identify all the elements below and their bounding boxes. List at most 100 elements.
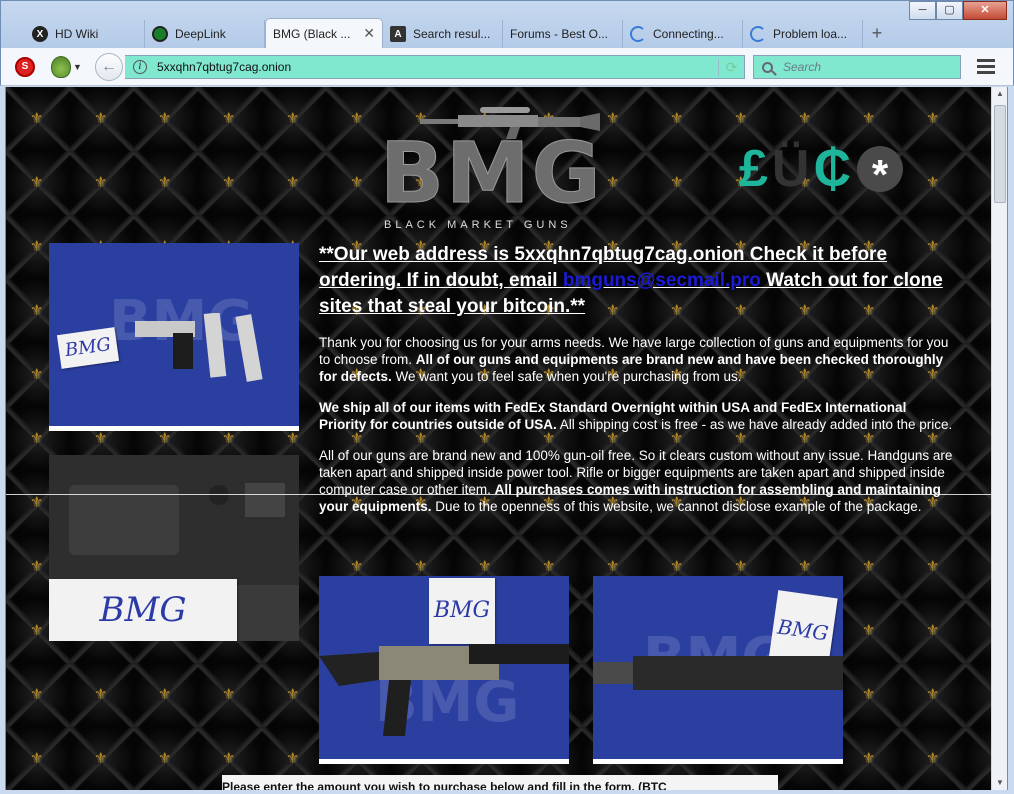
fleur-de-lis-icon: ⚜	[670, 558, 684, 575]
fleur-de-lis-icon: ⚜	[350, 110, 364, 127]
tab-label: Connecting...	[653, 27, 724, 41]
crypto-symbol-pound: £	[739, 140, 768, 198]
fleur-de-lis-icon: ⚜	[670, 110, 684, 127]
product-photo-receiver[interactable]: BMG BMG	[49, 455, 299, 641]
fleur-de-lis-icon: ⚜	[926, 110, 940, 127]
crypto-logo: £ Ü ₵ *	[739, 137, 904, 201]
notice-headline: **Our web address is 5xxqhn7qbtug7cag.on…	[319, 242, 953, 320]
fleur-de-lis-icon: ⚜	[286, 430, 300, 447]
fleur-de-lis-icon: ⚜	[798, 558, 812, 575]
fleur-de-lis-icon: ⚜	[670, 174, 684, 191]
loading-spinner-icon	[630, 26, 646, 42]
fleur-de-lis-icon: ⚜	[286, 750, 300, 767]
fleur-de-lis-icon: ⚜	[222, 430, 236, 447]
tab-problem-loading[interactable]: Problem loa...	[743, 20, 863, 48]
fleur-de-lis-icon: ⚜	[30, 430, 44, 447]
fleur-de-lis-icon: ⚜	[734, 558, 748, 575]
fleur-de-lis-icon: ⚜	[926, 750, 940, 767]
loading-spinner-icon	[750, 26, 766, 42]
search-engine-icon: A	[390, 26, 406, 42]
fleur-de-lis-icon: ⚜	[158, 686, 172, 703]
fleur-de-lis-icon: ⚜	[30, 622, 44, 639]
fleur-de-lis-icon: ⚜	[30, 494, 44, 511]
main-content: **Our web address is 5xxqhn7qbtug7cag.on…	[319, 242, 953, 515]
noscript-icon[interactable]: S	[15, 57, 35, 77]
url-bar[interactable]: i 5xxqhn7qbtug7cag.onion ⟳	[125, 55, 745, 79]
maximize-button[interactable]: ▢	[936, 1, 963, 20]
scroll-up-icon[interactable]: ▲	[992, 87, 1008, 101]
fleur-de-lis-icon: ⚜	[862, 110, 876, 127]
tab-bmg[interactable]: BMG (Black ... ✕	[265, 18, 383, 48]
tab-strip: X HD Wiki DeepLink BMG (Black ... ✕ A Se…	[25, 18, 891, 48]
close-tab-icon[interactable]: ✕	[363, 25, 375, 42]
search-bar[interactable]: Search	[753, 55, 961, 79]
fleur-de-lis-icon: ⚜	[862, 686, 876, 703]
product-photo-rifle[interactable]: BMG BMG	[319, 576, 569, 764]
fleur-de-lis-icon: ⚜	[30, 686, 44, 703]
fleur-de-lis-icon: ⚜	[30, 366, 44, 383]
crypto-symbol-u: Ü	[771, 140, 810, 198]
scroll-down-icon[interactable]: ▼	[992, 776, 1008, 790]
tab-label: BMG (Black ...	[273, 26, 351, 41]
tab-search-results[interactable]: A Search resul...	[383, 20, 503, 48]
fleur-de-lis-icon: ⚜	[158, 750, 172, 767]
search-placeholder[interactable]: Search	[783, 60, 821, 74]
tor-onion-icon[interactable]	[51, 56, 71, 78]
crypto-symbol-cedi: ₵	[813, 140, 852, 198]
tab-forums[interactable]: Forums - Best O...	[503, 20, 623, 48]
fleur-de-lis-icon: ⚜	[222, 174, 236, 191]
hd-wiki-icon: X	[32, 26, 48, 42]
window-controls: ─ ▢ ✕	[909, 1, 1007, 20]
logo-subtitle: BLACK MARKET GUNS	[384, 219, 572, 231]
order-form-header: Please enter the amount you wish to purc…	[222, 775, 778, 790]
fleur-de-lis-icon: ⚜	[862, 750, 876, 767]
minimize-button[interactable]: ─	[909, 1, 936, 20]
deeplink-icon	[152, 26, 168, 42]
fleur-de-lis-icon: ⚜	[30, 302, 44, 319]
info-icon[interactable]: i	[133, 60, 147, 74]
fleur-de-lis-icon: ⚜	[94, 174, 108, 191]
fleur-de-lis-icon: ⚜	[286, 686, 300, 703]
fleur-de-lis-icon: ⚜	[606, 558, 620, 575]
fleur-de-lis-icon: ⚜	[158, 110, 172, 127]
fleur-de-lis-icon: ⚜	[286, 110, 300, 127]
new-tab-button[interactable]: +	[863, 20, 891, 48]
handguard-icon	[593, 656, 843, 690]
email-link[interactable]: bmguns@secmail.pro	[563, 270, 761, 291]
fleur-de-lis-icon: ⚜	[734, 110, 748, 127]
fleur-de-lis-icon: ⚜	[478, 558, 492, 575]
fleur-de-lis-icon: ⚜	[862, 622, 876, 639]
tab-label: Forums - Best O...	[510, 27, 609, 41]
crypto-symbol-star: *	[857, 146, 904, 198]
close-window-button[interactable]: ✕	[963, 1, 1007, 20]
tab-deeplink[interactable]: DeepLink	[145, 20, 265, 48]
window-titlebar: ─ ▢ ✕ X HD Wiki DeepLink BMG (Black ... …	[0, 0, 1014, 48]
url-text[interactable]: 5xxqhn7qbtug7cag.onion	[157, 60, 718, 74]
photo-label-card: BMG	[56, 327, 120, 369]
tab-label: DeepLink	[175, 27, 226, 41]
packaging-text-c: Due to the openness of this website, we …	[431, 499, 922, 514]
product-photo-pistol[interactable]: BMG BMG	[49, 243, 299, 431]
shipping-paragraph: We ship all of our items with FedEx Stan…	[319, 399, 953, 433]
tab-connecting[interactable]: Connecting...	[623, 20, 743, 48]
photo-base	[319, 759, 569, 764]
intro-paragraph: Thank you for choosing us for your arms …	[319, 334, 953, 385]
fleur-de-lis-icon: ⚜	[222, 750, 236, 767]
fleur-de-lis-icon: ⚜	[94, 430, 108, 447]
packaging-paragraph: All of our guns are brand new and 100% g…	[319, 447, 953, 515]
reload-icon[interactable]: ⟳	[718, 58, 744, 76]
product-photo-handguard[interactable]: BMG BMG	[593, 576, 843, 764]
shipping-text-b: All shipping cost is free - as we have a…	[556, 417, 953, 432]
hamburger-menu-icon[interactable]	[973, 56, 999, 78]
fleur-de-lis-icon: ⚜	[30, 750, 44, 767]
window-frame-right	[1007, 87, 1014, 794]
chevron-down-icon[interactable]: ▼	[73, 62, 82, 72]
fleur-de-lis-icon: ⚜	[222, 110, 236, 127]
scroll-thumb[interactable]	[994, 105, 1006, 203]
window-frame-bottom	[0, 790, 1014, 794]
back-button[interactable]: ←	[95, 53, 123, 81]
tab-hd-wiki[interactable]: X HD Wiki	[25, 20, 145, 48]
fleur-de-lis-icon: ⚜	[542, 558, 556, 575]
fleur-de-lis-icon: ⚜	[798, 110, 812, 127]
vertical-scrollbar[interactable]: ▲ ▼	[991, 87, 1007, 790]
